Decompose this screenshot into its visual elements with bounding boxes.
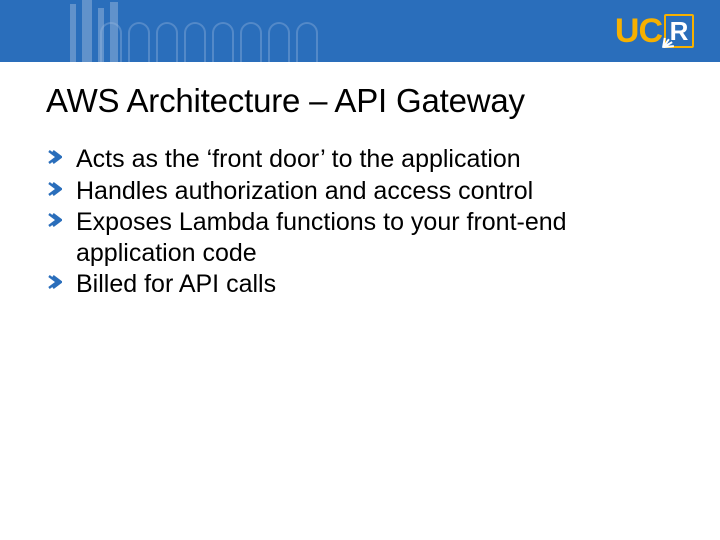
chevron-right-icon	[48, 149, 62, 165]
logo-uc-text: UC	[615, 12, 662, 51]
logo-r-box: R	[664, 14, 694, 48]
content-area: AWS Architecture – API Gateway Acts as t…	[0, 62, 720, 300]
slide-title: AWS Architecture – API Gateway	[46, 82, 674, 120]
ucr-logo: UC R	[615, 12, 694, 51]
list-item: Billed for API calls	[46, 269, 674, 300]
slide: UC R AWS Architecture – API Gateway Acts…	[0, 0, 720, 540]
bullet-text: Exposes Lambda functions to your front-e…	[76, 208, 567, 267]
chevron-right-icon	[48, 212, 62, 228]
chevron-right-icon	[48, 274, 62, 290]
list-item: Acts as the ‘front door’ to the applicat…	[46, 144, 674, 175]
bullet-text: Billed for API calls	[76, 270, 276, 298]
list-item: Handles authorization and access control	[46, 176, 674, 207]
bullet-text: Handles authorization and access control	[76, 177, 533, 205]
bullet-text: Acts as the ‘front door’ to the applicat…	[76, 145, 521, 173]
header-banner: UC R	[0, 0, 720, 62]
banner-arches-graphic	[100, 0, 360, 62]
chevron-right-icon	[48, 181, 62, 197]
list-item: Exposes Lambda functions to your front-e…	[46, 207, 674, 268]
bullet-list: Acts as the ‘front door’ to the applicat…	[46, 144, 674, 300]
logo-burst-icon	[664, 36, 676, 48]
